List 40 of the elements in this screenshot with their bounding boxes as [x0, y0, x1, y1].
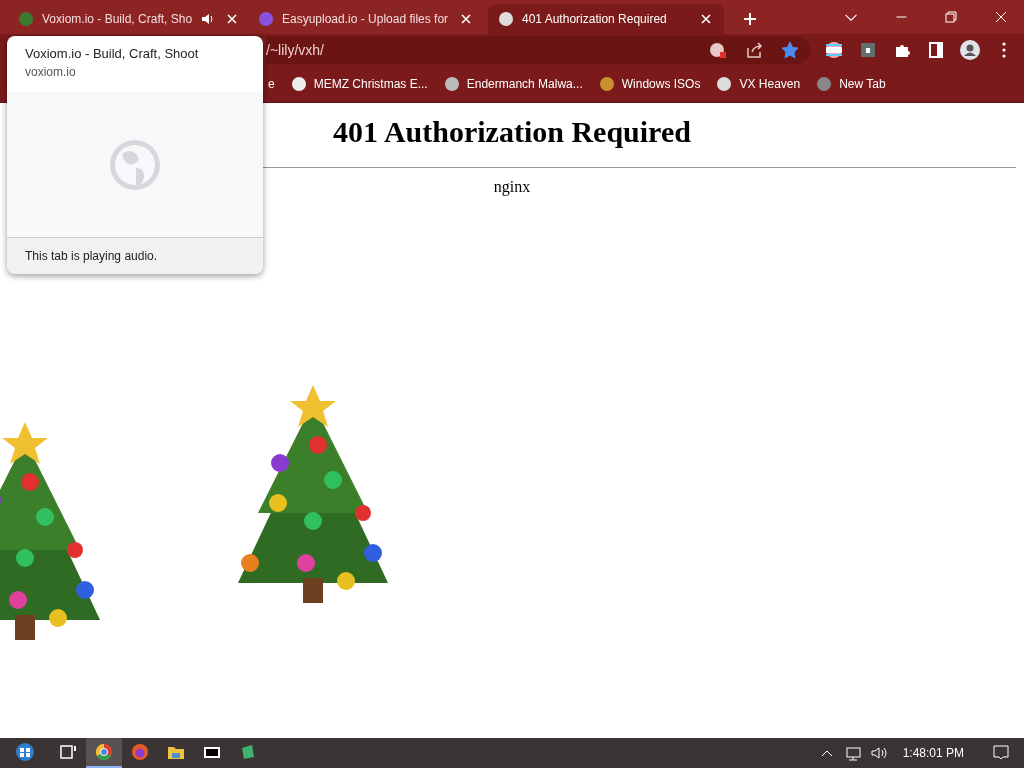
- favicon-icon: [443, 76, 460, 92]
- favicon-icon: [290, 76, 307, 92]
- avatar-icon[interactable]: [960, 40, 980, 60]
- chrome-icon: [94, 742, 114, 762]
- flag-icon[interactable]: [824, 40, 844, 60]
- clock[interactable]: 1:48:01 PM: [888, 746, 978, 760]
- cookie-icon[interactable]: [708, 40, 728, 60]
- side-panel-icon[interactable]: [926, 40, 946, 60]
- favicon-icon: [18, 11, 34, 27]
- address-bar[interactable]: /~lily/vxh/: [266, 36, 810, 64]
- browser-tab[interactable]: Easyupload.io - Upload files for: [248, 4, 484, 34]
- share-icon[interactable]: [744, 40, 764, 60]
- card-title: Voxiom.io - Build, Craft, Shoot: [25, 46, 200, 61]
- minimize-icon: [895, 16, 907, 18]
- page-heading: 401 Authorization Required: [332, 115, 692, 149]
- favicon-icon: [716, 76, 733, 92]
- bookmark[interactable]: e: [268, 77, 275, 91]
- windows-logo-icon: [15, 742, 35, 762]
- extension-icon[interactable]: [858, 40, 878, 60]
- favicon-icon: [598, 76, 615, 92]
- bookmark[interactable]: Endermanch Malwa...: [443, 76, 583, 92]
- server-name: nginx: [493, 178, 531, 196]
- chevron-down-icon: [845, 13, 857, 21]
- browser-tab[interactable]: Voxiom.io - Build, Craft, Sho: [8, 4, 244, 34]
- task-view-icon: [58, 742, 78, 762]
- star-icon[interactable]: [780, 40, 800, 60]
- bookmark[interactable]: New Tab: [816, 76, 886, 92]
- bookmark[interactable]: VX Heaven: [716, 76, 801, 92]
- favicon-icon: [258, 11, 274, 27]
- globe-icon: [108, 137, 162, 192]
- favicon-icon: [498, 11, 514, 27]
- plus-icon[interactable]: [742, 11, 758, 27]
- firefox-icon: [130, 742, 150, 762]
- browser-tab[interactable]: 401 Authorization Required: [488, 4, 724, 34]
- speech-bubble-icon: [991, 742, 1011, 762]
- favicon-icon: [816, 76, 833, 92]
- audio-status: This tab is playing audio.: [7, 237, 263, 274]
- bookmark[interactable]: MEMZ Christmas E...: [290, 76, 428, 92]
- card-domain: voxiom.io: [25, 65, 76, 79]
- bookmark[interactable]: Windows ISOs: [598, 76, 701, 92]
